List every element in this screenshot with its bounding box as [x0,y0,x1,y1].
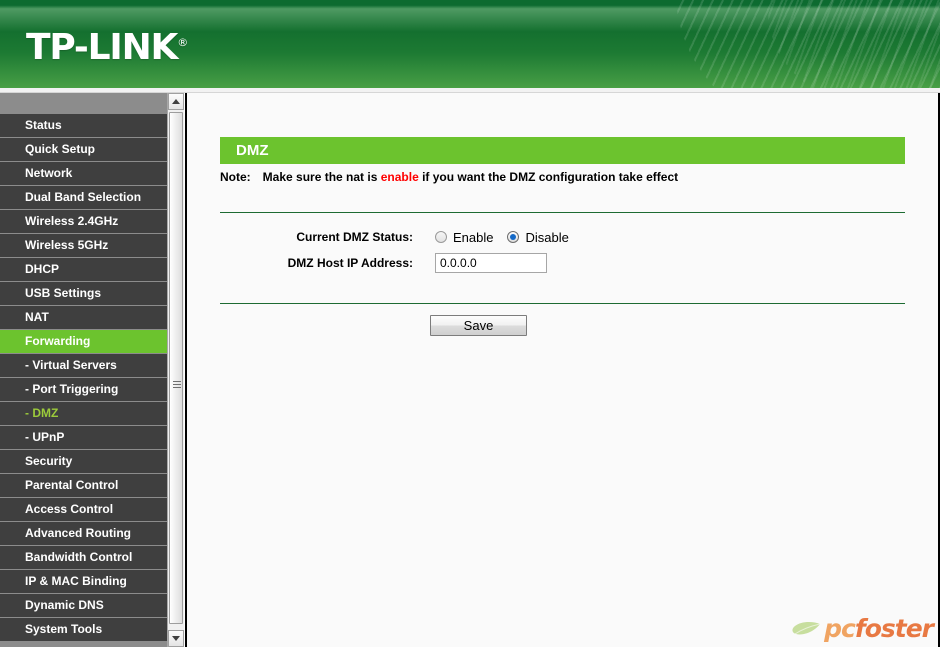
form-divider-top [220,212,905,213]
sidebar-menu-list: Status Quick Setup Network Dual Band Select… [0,114,167,641]
sidebar-navigation: Status Quick Setup Network Dual Band Select… [0,93,167,647]
sidebar-item-advanced-routing[interactable]: Advanced Routing [0,522,167,545]
scroll-up-button[interactable] [168,93,184,110]
sidebar-scrollbar[interactable] [167,93,184,647]
dmz-host-ip-row: DMZ Host IP Address: [220,250,905,276]
watermark-text-pc: pc [824,614,856,643]
note-label: Note: [220,170,251,184]
header-swoosh-decoration-secondary [768,0,948,88]
sidebar-item-forwarding[interactable]: Forwarding [0,330,167,353]
dmz-status-radio-disable[interactable]: Disable [507,229,569,245]
chevron-down-icon [172,636,180,641]
sidebar-item-access-control[interactable]: Access Control [0,498,167,521]
dmz-status-label: Current DMZ Status: [296,230,413,244]
sidebar-item-upnp[interactable]: - UPnP [0,426,167,449]
sidebar-item-ip-and-mac-binding[interactable]: IP & MAC Binding [0,570,167,593]
chevron-up-icon [172,99,180,104]
page-header: TP-LINK® [0,0,948,88]
content-inner: DMZ Note: Make sure the nat is enable if … [187,93,938,647]
note-text-before: Make sure the nat is [262,170,378,184]
scrollbar-grip-icon [173,381,181,389]
sidebar-item-bandwidth-control[interactable]: Bandwidth Control [0,546,167,569]
sidebar-item-system-tools[interactable]: System Tools [0,618,167,641]
scroll-down-button[interactable] [168,630,184,647]
page-title: DMZ [220,137,905,164]
sidebar-item-dynamic-dns[interactable]: Dynamic DNS [0,594,167,617]
radio-disable-indicator[interactable] [507,231,520,243]
sidebar-item-parental-control[interactable]: Parental Control [0,474,167,497]
registered-trademark-icon: ® [177,36,189,49]
dmz-status-row: Current DMZ Status: Enable Disable [220,224,905,250]
sidebar-item-usb-settings[interactable]: USB Settings [0,282,167,305]
dmz-status-radio-enable[interactable]: Enable [435,231,493,244]
scrollbar-thumb[interactable] [169,112,183,624]
dmz-status-radio-group: Enable Disable [435,231,583,244]
watermark: pcfoster [791,614,934,643]
sidebar-item-wireless-2-4ghz[interactable]: Wireless 2.4GHz [0,210,167,233]
watermark-text-foster: foster [854,614,934,643]
sidebar-item-dhcp[interactable]: DHCP [0,258,167,281]
note-highlight: enable [380,170,419,184]
form-divider-bottom [220,303,905,304]
dmz-host-ip-label: DMZ Host IP Address: [287,256,413,270]
page-right-edge [940,0,948,647]
sidebar-item-dual-band-selection[interactable]: Dual Band Selection [0,186,167,209]
radio-enable-label: Enable [453,229,494,245]
note-text: Note: Make sure the nat is enable if you … [220,170,678,184]
sidebar-top-strip [0,93,167,114]
dmz-host-ip-input[interactable] [435,253,547,273]
radio-disable-label: Disable [525,229,569,245]
sidebar-item-wireless-5ghz[interactable]: Wireless 5GHz [0,234,167,257]
sidebar-item-dmz[interactable]: - DMZ [0,402,167,425]
sidebar-item-status[interactable]: Status [0,114,167,137]
save-button[interactable]: Save [430,315,527,336]
main-content-area: DMZ Note: Make sure the nat is enable if … [185,93,940,647]
brand-name: TP-LINK [26,27,178,68]
sidebar-item-port-triggering[interactable]: - Port Triggering [0,378,167,401]
watermark-text: pcfoster [824,614,934,643]
sidebar-item-network[interactable]: Network [0,162,167,185]
sidebar-item-security[interactable]: Security [0,450,167,473]
sidebar-item-quick-setup[interactable]: Quick Setup [0,138,167,161]
radio-enable-indicator[interactable] [435,231,447,243]
sidebar-item-virtual-servers[interactable]: - Virtual Servers [0,354,167,377]
sidebar-item-nat[interactable]: NAT [0,306,167,329]
router-admin-page: TP-LINK® Status Quick Setup Network Dual Ba… [0,0,948,647]
note-text-after: if you want the DMZ configuration take e… [422,170,679,184]
leaf-icon [792,621,821,635]
tp-link-logo: TP-LINK® [26,30,188,66]
